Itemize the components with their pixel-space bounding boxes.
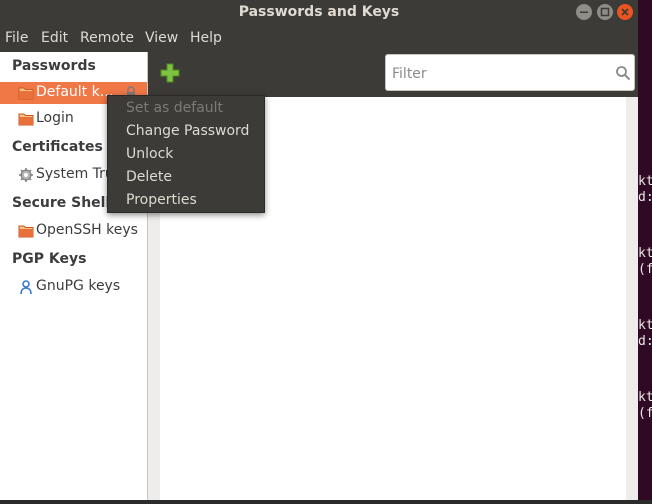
maximize-button[interactable]	[597, 4, 613, 20]
maximize-icon	[600, 7, 610, 17]
gear-icon	[19, 168, 33, 182]
menu-help[interactable]: Help	[190, 30, 222, 47]
minimize-icon	[580, 11, 588, 13]
folder-icon	[18, 87, 34, 100]
filter-input[interactable]	[386, 55, 614, 92]
window-title: Passwords and Keys	[238, 4, 400, 20]
filter-box[interactable]	[385, 54, 635, 92]
terminal-line: (f	[638, 262, 652, 277]
terminal-line: kt	[638, 246, 652, 261]
menu-view[interactable]: View	[145, 30, 178, 47]
minimize-button[interactable]	[576, 4, 592, 20]
terminal-line: d:	[638, 190, 652, 205]
terminal-line: (f	[638, 406, 652, 421]
folder-icon	[18, 113, 34, 126]
sidebar-item-label: GnuPG keys	[36, 278, 121, 294]
menu-item-delete[interactable]: Delete	[126, 168, 172, 186]
menu-file[interactable]: File	[5, 30, 28, 47]
menu-item-properties[interactable]: Properties	[126, 191, 197, 209]
section-certificates: Certificates	[12, 139, 103, 155]
menu-bar: File Edit Remote View Help	[0, 25, 638, 52]
title-bar[interactable]: Passwords and Keys	[0, 0, 638, 25]
section-passwords: Passwords	[12, 58, 96, 74]
terminal-line: kt	[638, 174, 652, 189]
sidebar-item-label: Default k…	[36, 84, 114, 100]
menu-item-change-password[interactable]: Change Password	[126, 122, 249, 140]
sidebar-item-label: OpenSSH keys	[36, 222, 138, 238]
close-icon	[621, 8, 629, 16]
folder-icon	[18, 225, 34, 238]
menu-item-unlock[interactable]: Unlock	[126, 145, 173, 163]
menu-remote[interactable]: Remote	[80, 30, 134, 47]
menu-edit[interactable]: Edit	[41, 30, 68, 47]
close-button[interactable]	[617, 4, 633, 20]
search-icon[interactable]	[615, 65, 631, 81]
person-key-icon	[20, 280, 32, 295]
terminal-line: kt	[638, 390, 652, 405]
sidebar-item-gnupg-keys[interactable]: GnuPG keys	[0, 276, 147, 298]
sidebar-item-openssh-keys[interactable]: OpenSSH keys	[0, 220, 147, 242]
section-secure-shell: Secure Shell	[12, 195, 111, 211]
plus-icon[interactable]	[159, 62, 181, 84]
window-bottom-edge	[0, 500, 652, 504]
terminal-line: kt	[638, 318, 652, 333]
terminal-line: d:	[638, 334, 652, 349]
section-pgp-keys: PGP Keys	[12, 251, 87, 267]
sidebar-item-label: Login	[36, 110, 74, 126]
context-menu: Set as default Change Password Unlock De…	[107, 95, 265, 213]
app-window: Passwords and Keys File Edit Remote View…	[0, 0, 638, 500]
menu-item-set-as-default: Set as default	[126, 100, 224, 116]
